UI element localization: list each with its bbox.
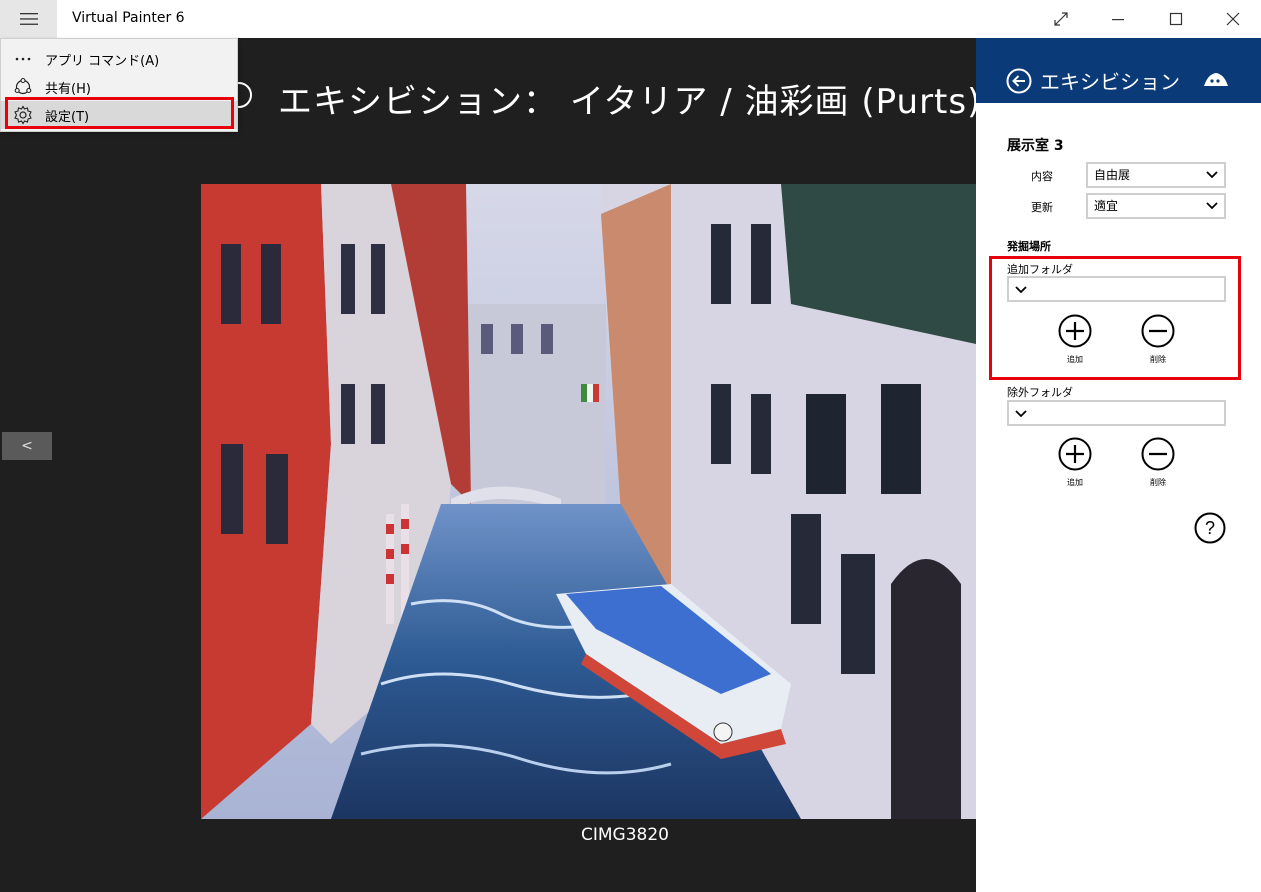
title-bar: Virtual Painter 6	[0, 0, 1261, 38]
help-label: ?	[1205, 518, 1215, 538]
menu-item-label: 共有(H)	[45, 81, 91, 97]
menu-item-label: アプリ コマンド(A)	[45, 53, 160, 69]
share-icon	[14, 77, 32, 95]
app-title: Virtual Painter 6	[72, 10, 185, 26]
exhibition-title-label: エキシビション：	[278, 82, 558, 122]
help-button[interactable]: ?	[1194, 512, 1226, 544]
hamburger-menu-button[interactable]	[0, 0, 57, 38]
exclude-folder-label: 除外フォルダ	[1007, 386, 1073, 399]
more-icon	[15, 57, 31, 61]
maximize-icon	[1169, 12, 1182, 26]
menu-item-app-commands[interactable]: アプリ コマンド(A)	[1, 45, 237, 73]
pane-title: エキシビション	[1040, 70, 1180, 94]
back-arrow-icon[interactable]	[1006, 68, 1032, 94]
settings-highlight-box	[5, 97, 234, 129]
exhibition-title-style: (Purts)	[861, 82, 976, 122]
chevron-down-icon	[1015, 410, 1027, 418]
gallery-view: エキシビション： イタリア / 油彩画 (Purts) < CIMG3820	[0, 38, 976, 892]
maximize-button[interactable]	[1147, 0, 1204, 38]
exclude-folder-plus-button[interactable]	[1058, 437, 1092, 471]
add-button-label: 追加	[1067, 478, 1083, 487]
chevron-down-icon	[1206, 171, 1218, 179]
exhibition-title: エキシビション： イタリア / 油彩画 (Purts)	[226, 74, 976, 123]
chevron-down-icon	[1206, 202, 1218, 210]
content-select-value: 自由展	[1094, 168, 1131, 182]
venice-canal-painting	[201, 184, 976, 819]
room-title: 展示室 3	[1007, 138, 1064, 154]
remove-button-label: 削除	[1150, 478, 1166, 487]
hamburger-icon	[19, 13, 38, 25]
pane-header: エキシビション	[976, 38, 1261, 103]
exhibition-title-value: イタリア / 油彩画	[569, 82, 862, 122]
update-label: 更新	[1031, 201, 1053, 214]
update-select-value: 適宜	[1094, 199, 1119, 213]
painting-image	[201, 184, 976, 819]
update-select[interactable]: 適宜	[1086, 193, 1226, 219]
fullscreen-button[interactable]	[1032, 0, 1089, 38]
previous-button[interactable]: <	[2, 432, 52, 460]
exclude-folder-minus-button[interactable]	[1141, 437, 1175, 471]
minimize-button[interactable]	[1089, 0, 1146, 38]
expand-icon	[1053, 12, 1068, 26]
minimize-icon	[1111, 19, 1124, 21]
content-label: 内容	[1031, 170, 1053, 183]
app-logo-icon	[1204, 73, 1228, 86]
content-select[interactable]: 自由展	[1086, 162, 1226, 188]
add-folder-highlight-box	[989, 256, 1241, 380]
image-caption: CIMG3820	[581, 825, 669, 845]
exhibition-settings-pane: エキシビション 展示室 3 内容 自由展 更新 適宜 発掘場所 追加フォルダ 追…	[976, 38, 1261, 892]
source-label: 発掘場所	[1007, 240, 1051, 253]
exclude-folder-select[interactable]	[1007, 400, 1226, 426]
close-icon	[1226, 12, 1239, 26]
close-button[interactable]	[1204, 0, 1261, 38]
